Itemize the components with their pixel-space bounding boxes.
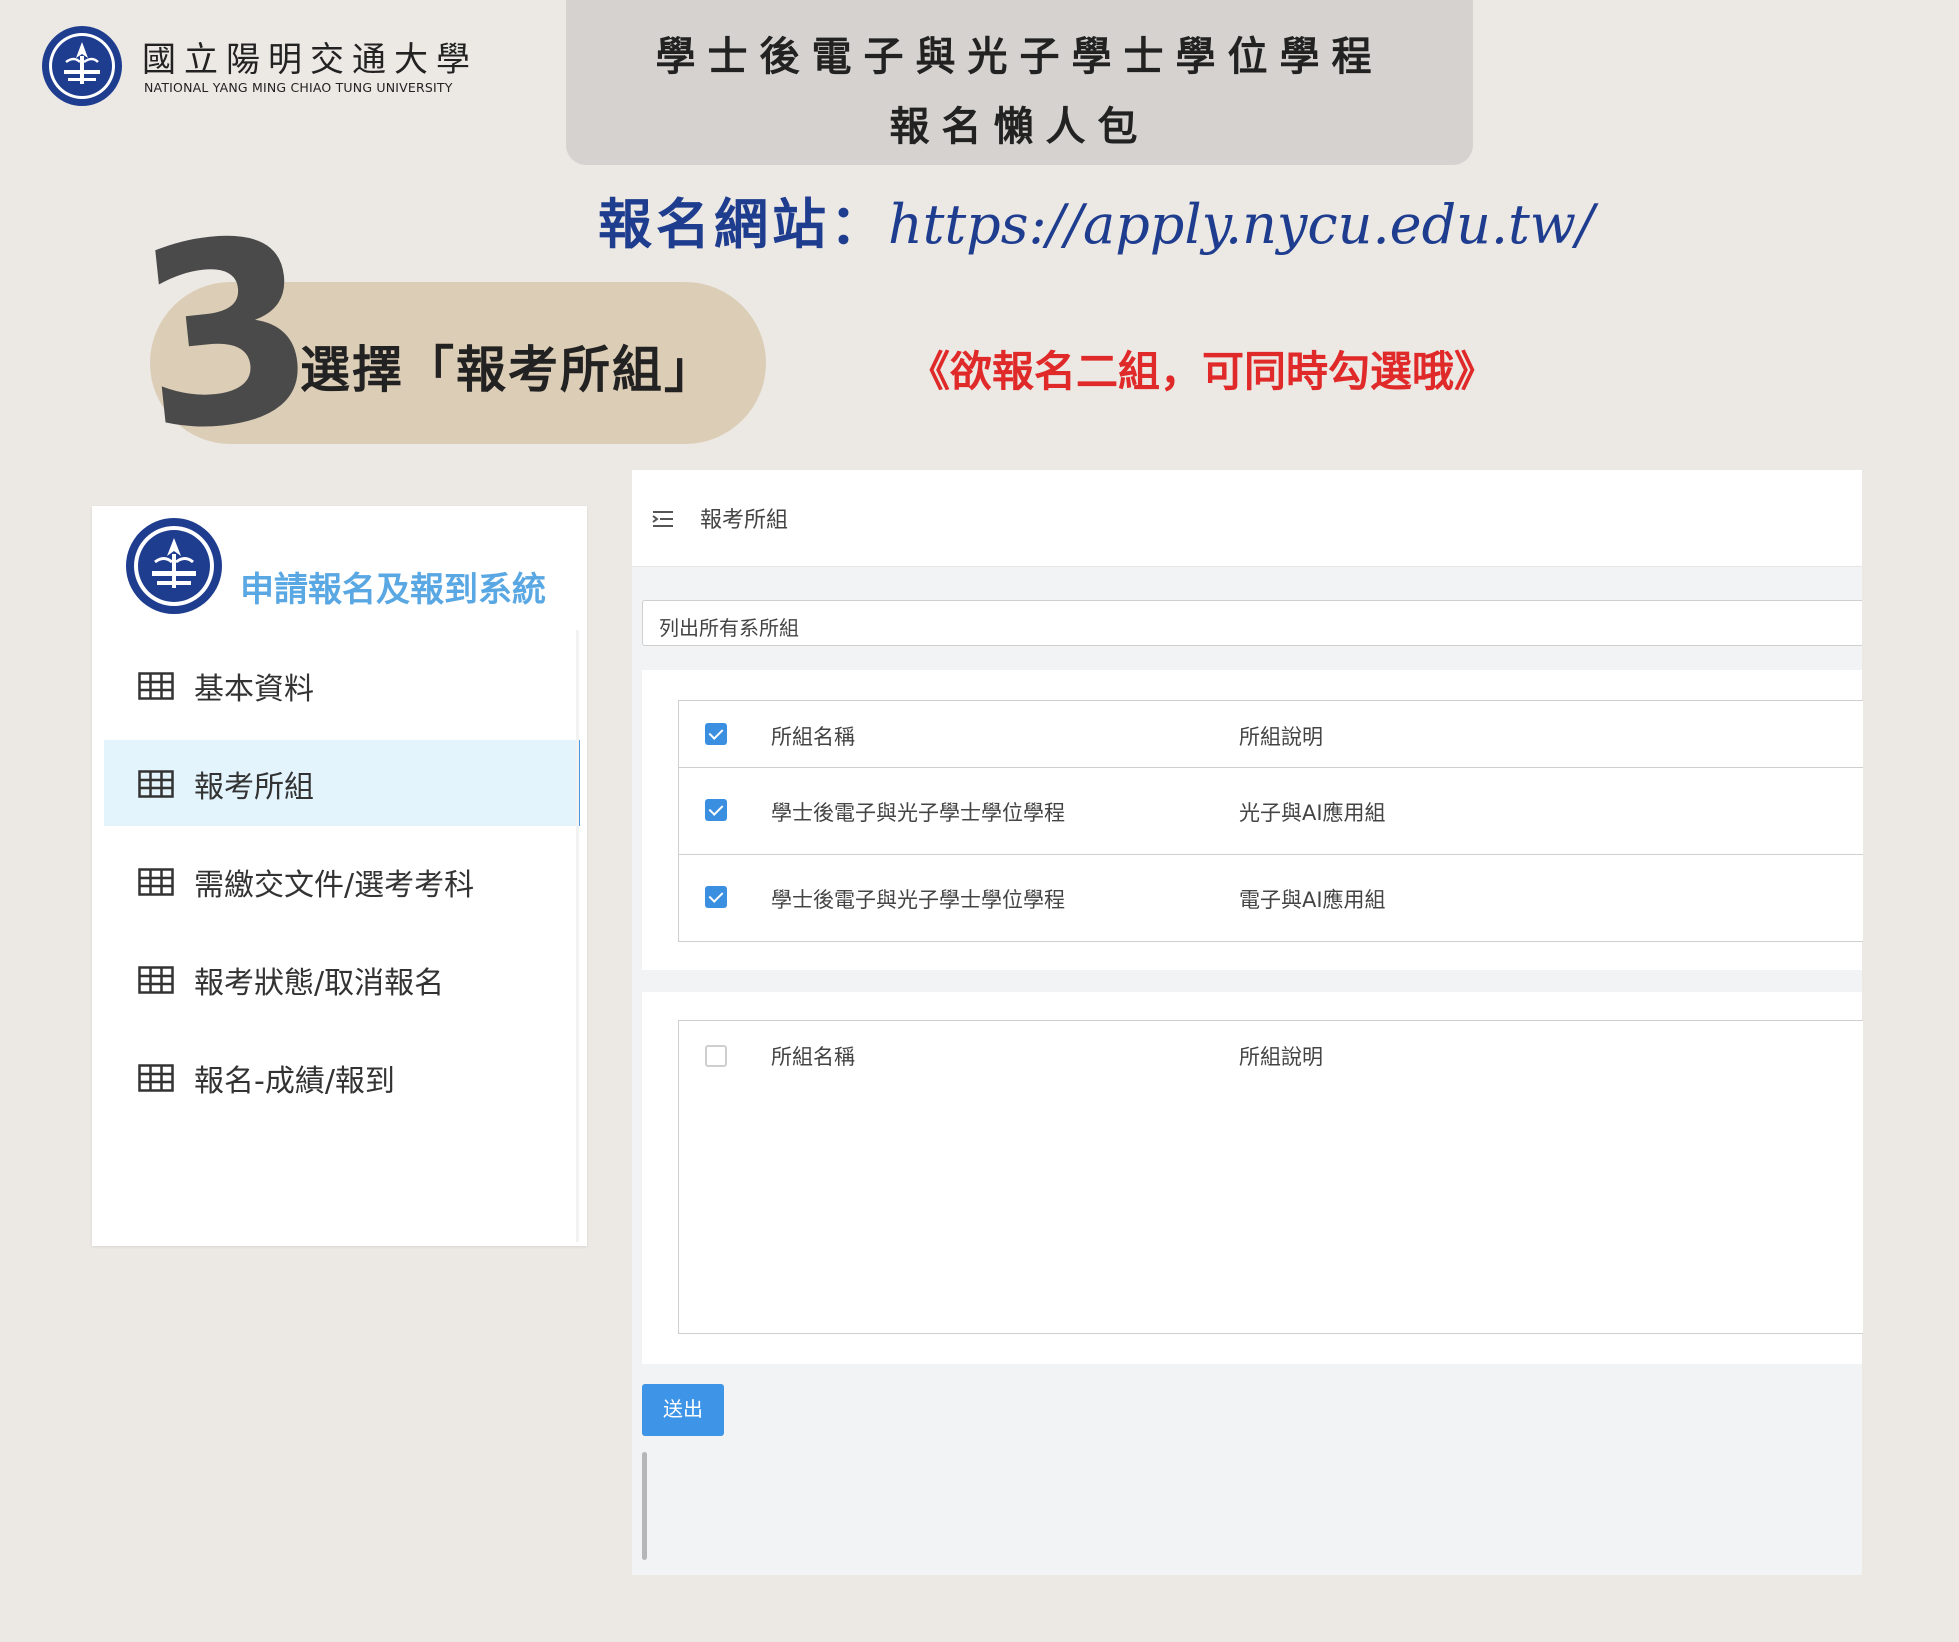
university-name-zh: 國立陽明交通大學 [142,40,478,80]
university-logo: 國立陽明交通大學 NATIONAL YANG MING CHIAO TUNG U… [40,24,480,106]
row-checkbox[interactable] [705,799,727,821]
group-name-cell: 學士後電子與光子學士學位學程 [771,801,1065,825]
available-groups-table: 所組名稱 所組說明 [678,1020,1863,1334]
sidebar-item-basic-info[interactable]: 基本資料 [104,642,576,728]
banner-title: 學士後電子與光子學士學位學程 [655,33,1384,80]
signup-url-link[interactable]: https://apply.nycu.edu.tw/ [888,193,1594,256]
title-banner: 學士後電子與光子學士學位學程 報名懶人包 [566,0,1473,165]
column-header-group-name: 所組名稱 [771,725,855,749]
system-title: 申請報名及報到系統 [240,570,546,610]
submit-button[interactable]: 送出 [642,1384,724,1436]
table-icon [138,770,174,798]
select-all-checkbox[interactable] [705,1045,727,1067]
group-desc-cell: 光子與AI應用組 [1239,801,1386,825]
table-row[interactable]: 學士後電子與光子學士學位學程 光子與AI應用組 [679,767,1863,855]
group-filter-value: 列出所有系所組 [659,616,799,640]
step-note: 《欲報名二組，可同時勾選哦》 [908,347,1497,396]
sidebar-item-exam-group[interactable]: 報考所組 [104,740,580,826]
sidebar-item-label: 報考所組 [194,770,314,805]
table-header-row: 所組名稱 所組說明 [679,701,1863,768]
sidebar-item-label: 基本資料 [194,672,314,707]
university-seal-icon [42,26,122,106]
table-row[interactable]: 學士後電子與光子學士學位學程 電子與AI應用組 [679,854,1863,940]
sidebar-item-label: 需繳交文件/選考考科 [194,868,475,903]
column-header-group-desc: 所組說明 [1239,1045,1323,1069]
group-filter-select[interactable]: 列出所有系所組 [642,600,1862,646]
top-bar: 報考所組 [632,470,1862,567]
sidebar-item-status[interactable]: 報考狀態/取消報名 [104,936,576,1022]
scrollbar-thumb[interactable] [642,1452,647,1560]
system-logo-icon [126,518,222,614]
main-panel: 報考所組 列出所有系所組 所組名稱 所組說明 學士後電子與光子學士學位學程 光子… [632,470,1863,1575]
column-header-group-name: 所組名稱 [771,1045,855,1069]
table-icon [138,672,174,700]
sidebar-item-documents[interactable]: 需繳交文件/選考考科 [104,838,576,924]
menu-collapse-icon[interactable] [652,510,674,528]
select-all-checkbox[interactable] [705,723,727,745]
sidebar-item-results[interactable]: 報名-成績/報到 [104,1034,576,1120]
step-title: 選擇「報考所組」 [300,341,716,399]
sidebar-divider [576,630,579,1242]
table-icon [138,966,174,994]
university-name-en: NATIONAL YANG MING CHIAO TUNG UNIVERSITY [144,80,453,95]
signup-url-line: 報名網站：https://apply.nycu.edu.tw/ [598,180,1594,259]
row-checkbox[interactable] [705,886,727,908]
column-header-group-desc: 所組說明 [1239,725,1323,749]
signup-url-label: 報名網站： [598,193,888,256]
step-number: 3 [125,180,329,489]
table-header-row: 所組名稱 所組說明 [679,1021,1863,1089]
selected-groups-table: 所組名稱 所組說明 學士後電子與光子學士學位學程 光子與AI應用組 學士後電子與… [678,700,1863,942]
available-groups-card: 所組名稱 所組說明 [642,992,1863,1364]
sidebar: 申請報名及報到系統 基本資料 報考所組 需繳交文件/選考考科 報考狀態/取消報名… [92,506,587,1246]
table-icon [138,1064,174,1092]
page-title: 報考所組 [700,508,789,533]
group-name-cell: 學士後電子與光子學士學位學程 [771,888,1065,912]
sidebar-item-label: 報名-成績/報到 [194,1064,395,1099]
banner-subtitle: 報名懶人包 [889,103,1150,150]
sidebar-item-label: 報考狀態/取消報名 [194,966,445,1001]
selected-groups-card: 所組名稱 所組說明 學士後電子與光子學士學位學程 光子與AI應用組 學士後電子與… [642,670,1863,970]
table-icon [138,868,174,896]
group-desc-cell: 電子與AI應用組 [1239,888,1386,912]
